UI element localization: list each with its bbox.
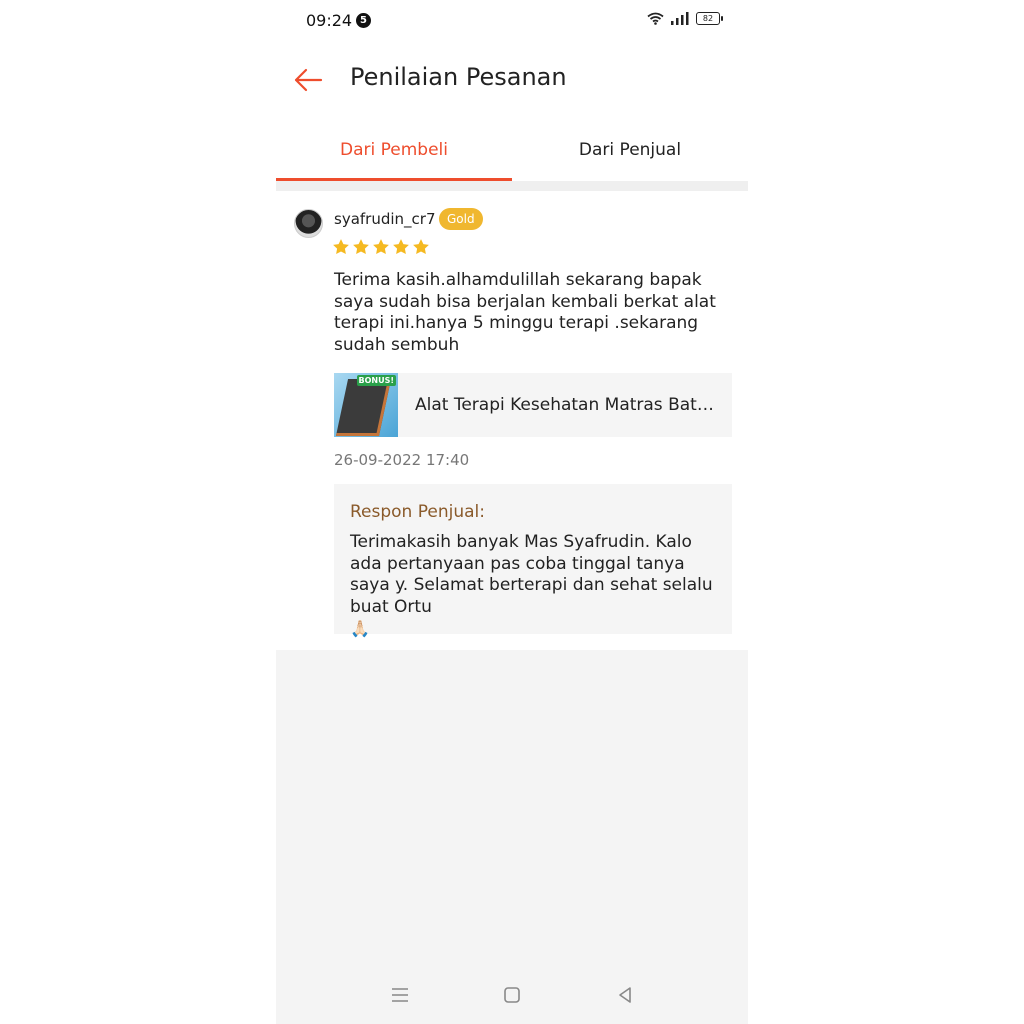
star-icon (353, 239, 369, 255)
praying-hands-icon: 🙏🏻 (350, 619, 370, 638)
product-name: Alat Terapi Kesehatan Matras Batu Giok J… (415, 395, 715, 415)
avatar[interactable] (294, 209, 323, 238)
phone-screen: 09:24 5 82 Penilaian Pesanan Dari Pembel… (276, 0, 748, 1024)
divider (276, 181, 748, 191)
star-icon (393, 239, 409, 255)
back-arrow-icon[interactable] (292, 64, 324, 96)
seller-response: Respon Penjual: Terimakasih banyak Mas S… (334, 484, 732, 638)
wifi-icon (647, 12, 664, 25)
review-date: 26-09-2022 17:40 (334, 451, 470, 469)
product-thumbnail: BONUS! (334, 373, 398, 437)
seller-response-text: Terimakasih banyak Mas Syafrudin. Kalo a… (350, 532, 724, 641)
member-badge: Gold (439, 208, 483, 230)
status-bar: 09:24 5 82 (276, 0, 748, 40)
battery-icon: 82 (696, 12, 723, 25)
page-title: Penilaian Pesanan (350, 63, 567, 91)
star-icon (373, 239, 389, 255)
status-time: 09:24 (306, 11, 353, 30)
back-triangle-icon[interactable] (613, 983, 637, 1007)
home-square-icon[interactable] (500, 983, 524, 1007)
product-card[interactable]: BONUS! Alat Terapi Kesehatan Matras Batu… (334, 373, 732, 437)
bonus-label: BONUS! (356, 375, 396, 386)
system-nav-bar (276, 975, 748, 1015)
status-icons: 82 (647, 12, 723, 25)
notification-badge: 5 (356, 13, 371, 28)
star-icon (333, 239, 349, 255)
tab-from-seller[interactable]: Dari Penjual (512, 128, 748, 181)
rating-stars (332, 238, 430, 256)
app-header: Penilaian Pesanan (276, 50, 748, 108)
empty-area (276, 650, 748, 1024)
tab-bar: Dari Pembeli Dari Penjual (276, 128, 748, 181)
seller-response-label: Respon Penjual: (350, 502, 485, 522)
signal-icon (671, 12, 689, 25)
review-text: Terima kasih.alhamdulillah sekarang bapa… (334, 270, 716, 355)
seller-response-body: Terimakasih banyak Mas Syafrudin. Kalo a… (350, 532, 713, 617)
star-icon (413, 239, 429, 255)
menu-icon[interactable] (388, 983, 412, 1007)
mat-image (335, 379, 392, 436)
tab-from-buyer[interactable]: Dari Pembeli (276, 128, 512, 181)
reviewer-username: syafrudin_cr7 (334, 210, 436, 228)
